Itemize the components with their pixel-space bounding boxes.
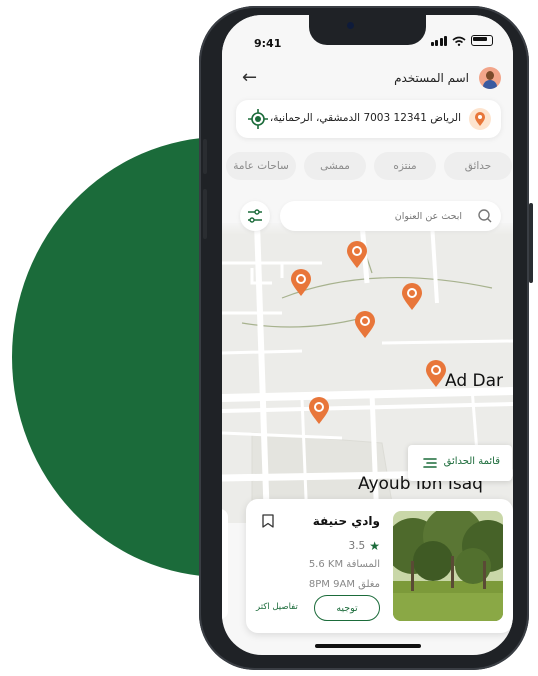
battery-icon bbox=[471, 35, 493, 46]
distance-label: المسافة bbox=[346, 559, 380, 570]
location-pin-icon bbox=[475, 111, 485, 126]
hours-row: مغلق 9AM 8PM bbox=[309, 579, 380, 590]
search-box[interactable] bbox=[280, 201, 501, 231]
list-icon bbox=[423, 458, 437, 468]
address-text: الرياض 12341 7003 الدمشقي، الرحمانية، bbox=[269, 112, 461, 124]
chip-public-squares[interactable]: ساحات عامة bbox=[226, 152, 296, 180]
map-pin-icon[interactable] bbox=[308, 397, 330, 425]
directions-button[interactable]: توجيه bbox=[314, 595, 380, 621]
header: ← اسم المستخدم bbox=[236, 67, 501, 91]
category-chips: حدائق منتزه ممشى ساحات عامة bbox=[222, 152, 513, 182]
rating-value: 3.5 bbox=[348, 540, 366, 552]
previous-card-peek[interactable] bbox=[222, 509, 228, 619]
park-card[interactable]: وادي حنيفة ★ 3.5 المسافة 5.6 KM مغلق 9AM… bbox=[246, 499, 513, 633]
phone-side-button bbox=[203, 189, 207, 239]
park-name: وادي حنيفة bbox=[312, 514, 380, 528]
filter-button[interactable] bbox=[240, 201, 270, 231]
app-screen: Ad Dar Ayoub Ibn Isaq قائمة الحدائق وادي… bbox=[222, 15, 513, 655]
phone-notch bbox=[309, 15, 426, 45]
distance-value: 5.6 KM bbox=[308, 559, 344, 570]
current-location-card[interactable]: الرياض 12341 7003 الدمشقي، الرحمانية، bbox=[236, 100, 501, 138]
search-input[interactable] bbox=[292, 201, 462, 231]
home-indicator[interactable] bbox=[315, 644, 421, 648]
signal-icon bbox=[430, 35, 447, 46]
distance-row: المسافة 5.6 KM bbox=[309, 559, 380, 570]
camera-dot bbox=[347, 22, 354, 29]
map-pin-icon[interactable] bbox=[290, 269, 312, 297]
more-details-link[interactable]: تفاصيل اكثر bbox=[256, 602, 298, 612]
map-pin-icon[interactable] bbox=[401, 283, 423, 311]
hours-label: مغلق bbox=[358, 579, 380, 590]
phone-side-button bbox=[529, 203, 533, 283]
map-pin-icon[interactable] bbox=[425, 360, 447, 388]
chip-parks[interactable]: حدائق bbox=[444, 152, 512, 180]
locate-target-icon[interactable] bbox=[248, 109, 268, 129]
location-pin-badge bbox=[469, 108, 491, 130]
park-photo bbox=[393, 511, 503, 621]
search-row bbox=[236, 201, 501, 231]
star-icon: ★ bbox=[369, 539, 380, 553]
map-street-label: Ad Dar bbox=[445, 371, 504, 391]
status-time: 9:41 bbox=[254, 37, 282, 50]
avatar[interactable] bbox=[479, 67, 501, 89]
park-photo-image bbox=[393, 511, 503, 621]
chip-walkway[interactable]: ممشى bbox=[304, 152, 366, 180]
park-list-label: قائمة الحدائق bbox=[443, 456, 500, 467]
bookmark-icon[interactable] bbox=[262, 514, 274, 528]
search-icon bbox=[478, 209, 492, 223]
chip-park[interactable]: منتزه bbox=[374, 152, 436, 180]
close-time: 8PM bbox=[308, 579, 330, 590]
park-list-button[interactable]: قائمة الحدائق bbox=[408, 445, 512, 481]
phone-side-button bbox=[203, 139, 207, 174]
wifi-icon bbox=[452, 36, 466, 46]
user-name: اسم المستخدم bbox=[394, 71, 469, 85]
open-time: 9AM bbox=[333, 579, 355, 590]
map-pin-icon[interactable] bbox=[354, 311, 376, 339]
status-icons bbox=[430, 35, 493, 46]
back-arrow-icon[interactable]: ← bbox=[242, 67, 257, 88]
map-pin-icon[interactable] bbox=[346, 241, 368, 269]
rating: ★ 3.5 bbox=[349, 539, 380, 553]
filter-sliders-icon bbox=[248, 209, 262, 223]
